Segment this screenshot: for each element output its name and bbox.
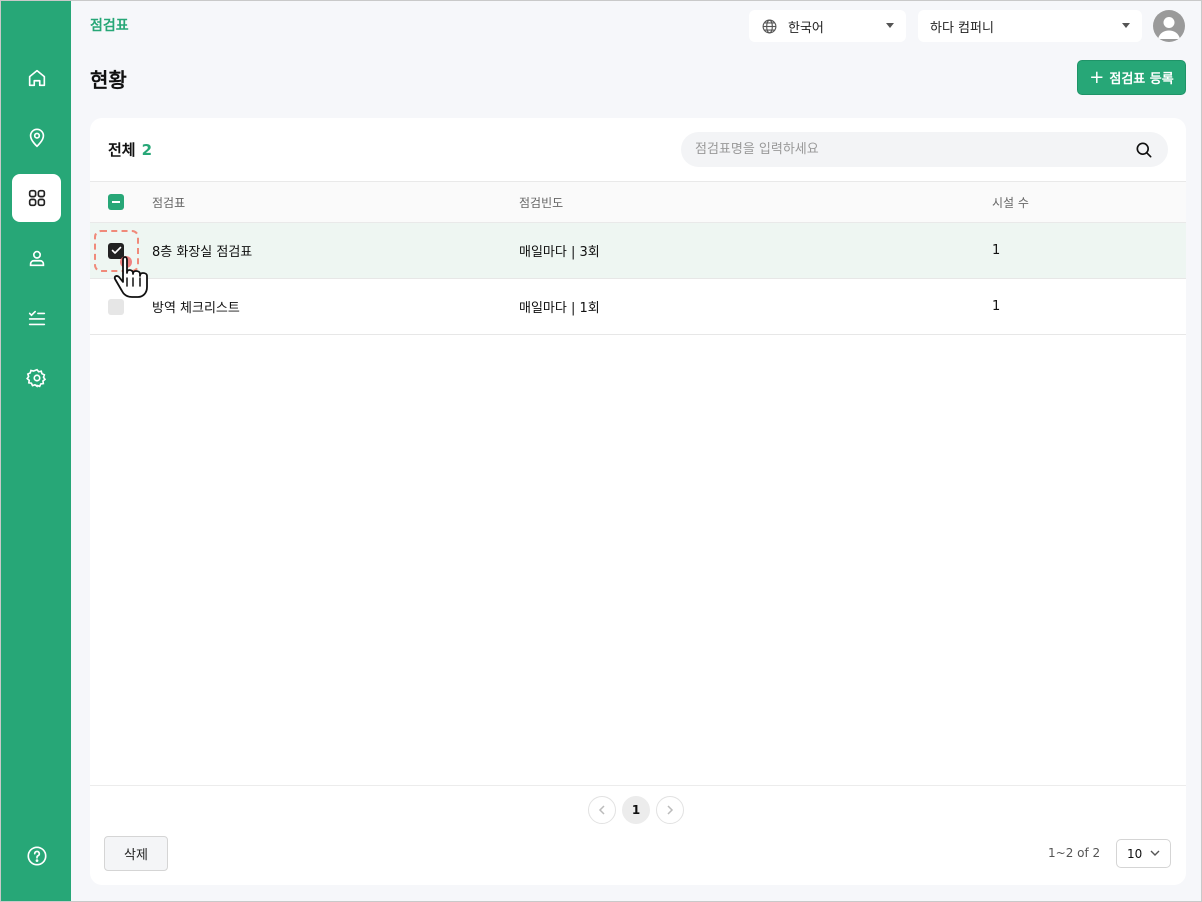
- row-name: 8층 화장실 점검표: [152, 245, 253, 260]
- caret-down-icon: [886, 23, 894, 28]
- chevron-left-icon: [598, 805, 605, 815]
- sidebar-item-help[interactable]: [12, 832, 61, 880]
- plus-icon: +: [1089, 66, 1105, 88]
- prev-page-button[interactable]: [588, 796, 616, 824]
- caret-down-icon: [1122, 23, 1130, 28]
- gear-icon: [25, 368, 46, 388]
- chevron-down-icon: [1150, 850, 1160, 856]
- language-select[interactable]: 한국어: [749, 10, 906, 42]
- home-icon: [28, 69, 45, 87]
- row-checkbox[interactable]: [108, 242, 124, 259]
- add-checklist-button[interactable]: + 점검표 등록: [1077, 60, 1186, 95]
- page-title: 현황: [90, 68, 127, 92]
- checklist-icon: [28, 310, 45, 326]
- breadcrumb: 점검표: [90, 18, 129, 34]
- help-icon: [26, 846, 47, 866]
- language-value: 한국어: [788, 20, 824, 36]
- next-page-button[interactable]: [656, 796, 684, 824]
- row-facilities: 1: [992, 243, 1001, 258]
- table-header: 점검표 점검빈도 시설 수: [90, 181, 1186, 223]
- sidebar-item-home[interactable]: [12, 54, 61, 102]
- delete-button[interactable]: 삭제: [104, 836, 168, 871]
- add-checklist-label: 점검표 등록: [1109, 72, 1174, 87]
- search-icon[interactable]: [1134, 140, 1154, 160]
- select-all-checkbox[interactable]: [108, 194, 124, 210]
- page-size-value: 10: [1127, 846, 1143, 861]
- total-number: 2: [141, 141, 153, 159]
- user-avatar-icon: [1158, 17, 1180, 39]
- user-icon: [29, 250, 44, 267]
- pagination-range: 1~2 of 2: [1048, 846, 1101, 860]
- checklist-card: 전체 2 점검표 점검빈도 시설 수 8층 화장실 점검표 매일마다 | 3회 1…: [90, 118, 1186, 885]
- page-size-select[interactable]: 10: [1116, 839, 1171, 868]
- column-header-facilities[interactable]: 시설 수: [992, 182, 1029, 222]
- table-row[interactable]: 8층 화장실 점검표 매일마다 | 3회 1: [90, 223, 1186, 279]
- footer-divider: [90, 785, 1186, 786]
- search-input[interactable]: [695, 142, 1134, 157]
- location-pin-icon: [29, 128, 44, 148]
- company-value: 하다 컴퍼니: [930, 20, 994, 36]
- sidebar-item-settings[interactable]: [12, 354, 61, 402]
- sidebar-item-location[interactable]: [12, 114, 61, 162]
- avatar[interactable]: [1153, 10, 1185, 42]
- sidebar-item-checklist[interactable]: [12, 294, 61, 342]
- total-label: 전체: [108, 141, 136, 159]
- check-icon: [111, 246, 121, 254]
- row-frequency: 매일마다 | 1회: [519, 301, 600, 316]
- pagination: 1: [588, 796, 684, 826]
- column-header-name[interactable]: 점검표: [152, 182, 185, 222]
- company-select[interactable]: 하다 컴퍼니: [918, 10, 1142, 42]
- column-header-frequency[interactable]: 점검빈도: [519, 182, 563, 222]
- row-frequency: 매일마다 | 3회: [519, 245, 600, 260]
- chevron-right-icon: [667, 805, 674, 815]
- globe-icon: [762, 19, 777, 33]
- page-button[interactable]: 1: [622, 796, 650, 824]
- search-box: [681, 132, 1168, 167]
- total-count: 전체 2: [108, 139, 152, 160]
- grid-icon: [28, 189, 45, 207]
- sidebar-item-users[interactable]: [12, 234, 61, 282]
- table-row[interactable]: 방역 체크리스트 매일마다 | 1회 1: [90, 279, 1186, 335]
- sidebar: [1, 1, 71, 901]
- sidebar-item-dashboard[interactable]: [12, 174, 61, 222]
- row-name: 방역 체크리스트: [152, 301, 240, 316]
- row-facilities: 1: [992, 299, 1001, 314]
- row-checkbox[interactable]: [108, 298, 124, 315]
